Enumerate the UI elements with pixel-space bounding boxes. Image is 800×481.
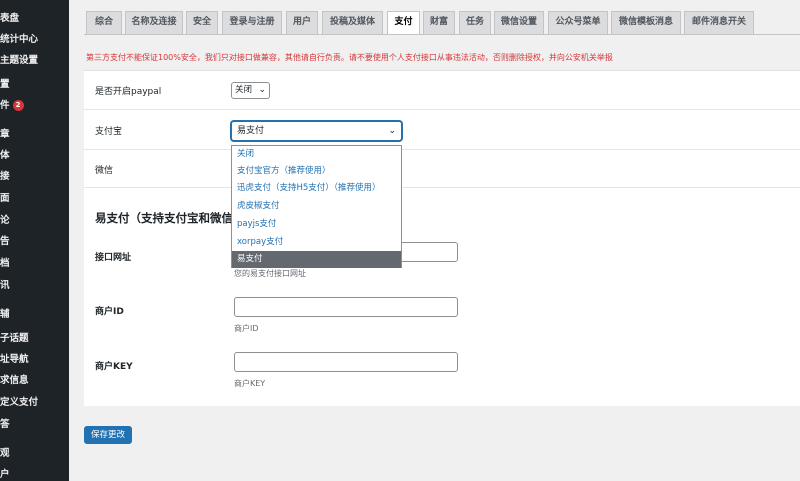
dropdown-option[interactable]: 关闭 <box>232 146 401 163</box>
row-divider <box>84 109 800 110</box>
paypal-select[interactable]: 关闭 ⌄ <box>231 82 270 99</box>
sidebar-item-appearance[interactable]: 观 <box>0 448 10 460</box>
sidebar-item-nav-sites[interactable]: 址导航 <box>0 354 29 366</box>
tab-official-menu[interactable]: 公众号菜单 <box>548 11 608 34</box>
merchant-key-hint: 商户KEY <box>234 379 266 388</box>
dropdown-option[interactable]: 迅虎支付（支持H5支付）（推荐使用） <box>232 180 401 197</box>
api-url-label: 接口网址 <box>95 253 132 263</box>
merchant-id-hint: 商户ID <box>234 324 259 333</box>
api-url-hint: 您的易支付接口网址 <box>234 269 306 278</box>
section-title: 易支付（支持支付宝和微信 <box>95 211 233 225</box>
row-divider <box>84 187 800 188</box>
merchant-key-input[interactable] <box>234 352 458 372</box>
dropdown-option[interactable]: xorpay支付 <box>232 234 401 251</box>
dropdown-option[interactable]: 支付宝官方（推荐使用） <box>232 163 401 180</box>
sidebar-item-topics[interactable]: 子话题 <box>0 333 29 345</box>
dropdown-option[interactable]: payjs支付 <box>232 216 401 233</box>
sidebar-item-dashboard[interactable]: 表盘 <box>0 13 19 25</box>
tab-email-switches[interactable]: 邮件消息开关 <box>684 11 754 34</box>
tab-security[interactable]: 安全 <box>186 11 218 34</box>
sidebar-item-posts[interactable]: 章 <box>0 129 10 141</box>
dropdown-option-selected[interactable]: 易支付 <box>232 251 401 268</box>
merchant-id-input[interactable] <box>234 297 458 317</box>
tab-submissions-media[interactable]: 投稿及媒体 <box>322 11 383 34</box>
sidebar-item-ads[interactable]: 告 <box>0 236 10 248</box>
row-divider <box>84 149 800 150</box>
sidebar-item-media[interactable]: 体 <box>0 150 10 162</box>
sidebar-item-plugins[interactable]: 件2 <box>0 100 24 112</box>
admin-sidebar: 表盘 统计中心 主题设置 置 件2 章 体 接 面 论 告 档 讯 辅 子话题 … <box>0 0 69 481</box>
sidebar-item-theme-settings[interactable]: 主题设置 <box>0 55 38 67</box>
merchant-key-label: 商户KEY <box>95 362 133 372</box>
tab-wechat-settings[interactable]: 微信设置 <box>494 11 544 34</box>
settings-tabs: 综合 名称及连接 安全 登录与注册 用户 投稿及媒体 支付 财富 任务 微信设置… <box>84 11 800 35</box>
save-changes-button[interactable]: 保存更改 <box>84 426 132 444</box>
tab-payment[interactable]: 支付 <box>387 11 420 35</box>
sidebar-item-custom-pay[interactable]: 定义支付 <box>0 397 38 409</box>
tab-tasks[interactable]: 任务 <box>459 11 491 34</box>
sidebar-item-aux[interactable]: 辅 <box>0 309 10 321</box>
tab-general[interactable]: 综合 <box>86 11 122 34</box>
sidebar-item-stats[interactable]: 统计中心 <box>0 34 38 46</box>
tab-wechat-templates[interactable]: 微信模板消息 <box>611 11 681 34</box>
merchant-id-label: 商户ID <box>95 307 124 317</box>
tab-login-register[interactable]: 登录与注册 <box>222 11 282 34</box>
payment-settings-panel: 是否开启paypal 关闭 ⌄ 支付宝 易支付 ⌄ 微信 易支付（支持支付宝和微… <box>84 70 800 406</box>
tab-names-links[interactable]: 名称及连接 <box>125 11 183 34</box>
update-count-badge: 2 <box>12 100 24 111</box>
sidebar-item-settings[interactable]: 置 <box>0 79 10 91</box>
chevron-down-icon: ⌄ <box>388 126 396 136</box>
sidebar-item-docs[interactable]: 档 <box>0 258 10 270</box>
sidebar-item-requests[interactable]: 求信息 <box>0 375 29 387</box>
sidebar-item-qa[interactable]: 答 <box>0 419 10 431</box>
tab-wealth[interactable]: 财富 <box>423 11 455 34</box>
paypal-label: 是否开启paypal <box>95 87 162 97</box>
sidebar-item-users[interactable]: 户 <box>0 469 10 481</box>
alipay-label: 支付宝 <box>95 127 123 137</box>
chevron-down-icon: ⌄ <box>258 85 266 95</box>
dropdown-option[interactable]: 虎皮椒支付 <box>232 198 401 215</box>
alipay-select[interactable]: 易支付 ⌄ <box>231 121 402 141</box>
sidebar-item-pages[interactable]: 面 <box>0 193 10 205</box>
sidebar-item-links[interactable]: 接 <box>0 171 10 183</box>
tab-users[interactable]: 用户 <box>286 11 318 34</box>
tabs-divider <box>84 34 800 35</box>
security-warning: 第三方支付不能保证100%安全，我们只对接口做兼容，其他请自行负责。请不要使用个… <box>86 53 613 62</box>
wechat-label: 微信 <box>95 166 114 176</box>
alipay-dropdown-list: 关闭 支付宝官方（推荐使用） 迅虎支付（支持H5支付）（推荐使用） 虎皮椒支付 … <box>231 145 402 268</box>
sidebar-item-news[interactable]: 讯 <box>0 280 10 292</box>
sidebar-item-comments[interactable]: 论 <box>0 215 10 227</box>
